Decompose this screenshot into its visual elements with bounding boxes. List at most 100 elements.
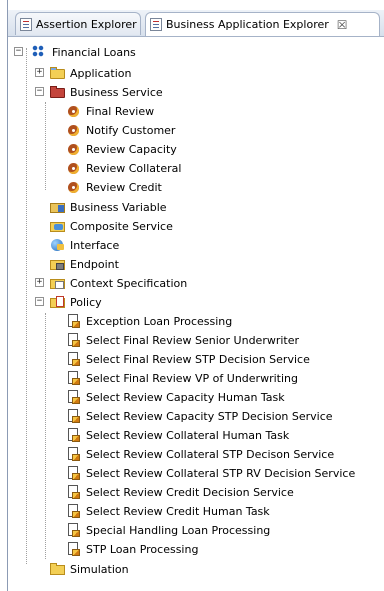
tree-node-label: Application [70,66,132,80]
tree-connector [45,102,46,190]
expand-toggle[interactable]: + [35,278,44,287]
business-variable-icon [50,200,66,214]
policy-document-icon [66,314,82,328]
tree-node-policy-item[interactable]: Special Handling Loan Processing [66,521,270,539]
policy-document-icon [66,542,82,556]
collapse-toggle[interactable]: − [14,47,23,56]
grid-icon [32,45,48,59]
tree-node-label: Select Final Review VP of Underwriting [86,371,298,385]
tree-node-policy[interactable]: Policy [50,293,102,311]
tree-node-policy-item[interactable]: STP Loan Processing [66,540,198,558]
tree-node-label: Endpoint [70,257,119,271]
tree-node-policy-item[interactable]: Select Final Review VP of Underwriting [66,369,298,387]
tree-node-label: Financial Loans [52,45,136,59]
tab-bar: Assertion Explorer Business Application … [8,10,384,37]
tree-node-review-collateral[interactable]: Review Collateral [66,159,181,177]
tree-node-policy-item[interactable]: Select Review Capacity STP Decision Serv… [66,407,333,425]
tree-node-label: Select Final Review STP Decision Service [86,352,310,366]
tree-node-notify-customer[interactable]: Notify Customer [66,121,175,139]
tree-node-policy-item[interactable]: Exception Loan Processing [66,312,232,330]
policy-document-icon [66,409,82,423]
tree-node-label: Final Review [86,104,155,118]
tree-node-label: Select Review Collateral STP RV Decision… [86,466,356,480]
tree-node-policy-item[interactable]: Select Review Collateral Human Task [66,426,289,444]
tree-node-policy-item[interactable]: Select Review Capacity Human Task [66,388,285,406]
policy-document-icon [66,447,82,461]
policy-document-icon [66,523,82,537]
tree-view: − Financial Loans + Application − Busine… [8,38,384,591]
business-service-icon [66,180,82,194]
policy-document-icon [66,352,82,366]
tree-node-policy-item[interactable]: Select Review Credit Human Task [66,502,270,520]
tree-node-label: Select Final Review Senior Underwriter [86,333,300,347]
tree-node-label: Select Review Capacity Human Task [86,390,285,404]
expand-toggle[interactable]: + [35,68,44,77]
tree-node-label: Select Review Credit Human Task [86,504,270,518]
tree-node-endpoint[interactable]: Endpoint [50,255,119,273]
tree-node-label: Special Handling Loan Processing [86,523,271,537]
tree-node-label: Context Specification [70,276,188,290]
simulation-folder-icon [50,562,66,576]
tree-node-label: Select Review Collateral STP Decison Ser… [86,447,335,461]
tree-node-policy-item[interactable]: Select Final Review STP Decision Service [66,350,310,368]
tree-node-label: STP Loan Processing [86,542,199,556]
collapse-toggle[interactable]: − [35,297,44,306]
policy-document-icon [66,485,82,499]
tree-node-policy-item[interactable]: Select Review Credit Decision Service [66,483,294,501]
tree-node-simulation[interactable]: Simulation [50,560,129,578]
tree-node-review-credit[interactable]: Review Credit [66,178,162,196]
tree-node-context-specification[interactable]: Context Specification [50,274,187,292]
tree-node-label: Simulation [70,562,129,576]
tree-node-policy-item[interactable]: Select Final Review Senior Underwriter [66,331,299,349]
tree-node-label: Exception Loan Processing [86,314,233,328]
tree-connector [45,313,46,559]
policy-folder-icon [50,295,66,309]
tree-node-label: Composite Service [70,219,173,233]
tree-node-policy-item[interactable]: Select Review Collateral STP RV Decision… [66,464,355,482]
tree-node-label: Review Capacity [86,142,177,156]
tree-node-label: Interface [70,238,120,252]
tree-node-label: Policy [70,295,102,309]
tree-node-review-capacity[interactable]: Review Capacity [66,140,177,158]
tab-label: Assertion Explorer [36,17,137,31]
tree-node-final-review[interactable]: Final Review [66,102,154,120]
tree-connector [26,48,27,564]
tree-node-policy-item[interactable]: Select Review Collateral STP Decison Ser… [66,445,334,463]
collapse-toggle[interactable]: − [35,87,44,96]
endpoint-icon [50,257,66,271]
tree-node-interface[interactable]: Interface [50,236,119,254]
tree-node-application[interactable]: Application [50,64,131,82]
policy-document-icon [66,390,82,404]
interface-icon [50,238,66,252]
tab-label: Business Application Explorer [166,18,329,31]
tree-node-label: Notify Customer [86,123,176,137]
business-service-icon [66,104,82,118]
tree-node-label: Select Review Capacity STP Decision Serv… [86,409,333,423]
policy-document-icon [66,333,82,347]
tree-node-label: Business Variable [70,200,167,214]
explorer-view-icon [20,17,32,31]
policy-document-icon [66,428,82,442]
tree-node-financial-loans[interactable]: Financial Loans [32,43,136,61]
tab-business-application-explorer[interactable]: Business Application Explorer ☒ [145,12,380,36]
tree-node-label: Select Review Collateral Human Task [86,428,290,442]
tree-node-label: Business Service [70,85,163,99]
business-service-folder-icon [50,85,66,99]
business-service-icon [66,123,82,137]
tab-assertion-explorer[interactable]: Assertion Explorer [15,12,141,35]
policy-document-icon [66,466,82,480]
close-icon[interactable]: ☒ [337,18,348,32]
tree-node-business-variable[interactable]: Business Variable [50,198,167,216]
tree-node-label: Review Credit [86,180,162,194]
folder-icon [50,66,66,80]
tree-node-label: Select Review Credit Decision Service [86,485,294,499]
policy-document-icon [66,504,82,518]
tree-node-label: Review Collateral [86,161,182,175]
tree-node-business-service[interactable]: Business Service [50,83,163,101]
policy-document-icon [66,371,82,385]
explorer-view-icon [150,18,162,31]
composite-service-icon [50,219,66,233]
context-specification-icon [50,276,66,290]
tree-node-composite-service[interactable]: Composite Service [50,217,173,235]
business-service-icon [66,161,82,175]
